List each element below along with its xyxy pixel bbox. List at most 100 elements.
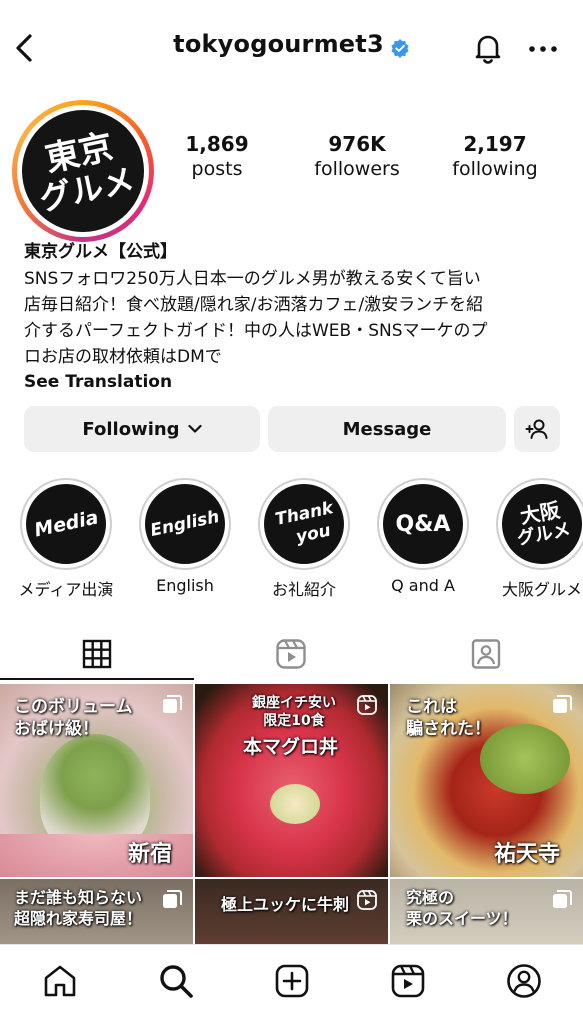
- highlight-ring: English: [139, 478, 231, 570]
- profile-tabs: [0, 628, 583, 680]
- bottom-navigation: [0, 944, 583, 1024]
- post-caption: おばけ級！: [14, 719, 99, 739]
- search-icon: [160, 965, 193, 998]
- more-options-button[interactable]: [526, 32, 560, 66]
- highlight-ring: Media: [20, 478, 112, 570]
- avatar-border: 東京 グルメ: [10, 98, 156, 244]
- chevron-down-icon: [187, 424, 202, 433]
- highlight-label: English: [156, 576, 214, 595]
- nav-reels[interactable]: [388, 961, 428, 1001]
- stat-following-label: following: [452, 158, 538, 180]
- story-ring[interactable]: 東京 グルメ: [10, 98, 156, 244]
- see-translation-link[interactable]: See Translation: [24, 372, 569, 392]
- message-label: Message: [342, 418, 432, 440]
- post-caption: 新宿: [128, 842, 173, 867]
- highlight-osaka-gourmet[interactable]: 大阪 グルメ 大阪グルメ: [494, 477, 583, 600]
- post-caption: 極上ユッケに牛刺: [221, 895, 350, 914]
- nav-create[interactable]: [272, 961, 312, 1001]
- post-caption: 超隠れ家寿司屋！: [14, 909, 143, 928]
- bio-section: 東京グルメ【公式】 SNSフォロワ250万人日本一のグルメ男が教える安くて旨い …: [24, 237, 569, 392]
- suggested-users-button[interactable]: [514, 406, 560, 452]
- post-thumbnail[interactable]: これは 騙された！ 祐天寺: [390, 684, 583, 877]
- post-thumbnail[interactable]: 究極の 栗のスイーツ！: [390, 879, 583, 944]
- following-label: Following: [82, 418, 180, 440]
- stat-following[interactable]: 2,197 following: [430, 132, 560, 180]
- nav-home[interactable]: [40, 961, 80, 1001]
- bell-icon: [475, 35, 501, 64]
- verified-badge-icon: [391, 38, 409, 58]
- nav-search[interactable]: [156, 961, 196, 1001]
- stat-posts[interactable]: 1,869 posts: [152, 132, 282, 180]
- post-caption: 限定10食: [263, 713, 325, 729]
- profile-stats: 1,869 posts 976K followers 2,197 followi…: [176, 132, 576, 192]
- active-tab-indicator: [0, 678, 194, 680]
- avatar: 東京 グルメ: [10, 98, 156, 244]
- highlight-english[interactable]: English English: [137, 478, 233, 595]
- carousel-icon: [163, 695, 182, 713]
- post-caption: まだ誰も知らない: [14, 888, 143, 907]
- tagged-icon: [471, 639, 501, 669]
- carousel-icon: [163, 890, 182, 908]
- stat-following-value: 2,197: [463, 132, 527, 156]
- post-caption: 究極の: [406, 888, 455, 907]
- bio-display-name: 東京グルメ【公式】: [24, 242, 177, 262]
- tab-tagged[interactable]: [389, 628, 583, 680]
- post-caption: 本マグロ丼: [243, 736, 339, 758]
- add-user-icon: [525, 419, 548, 439]
- highlight-cover-text: English: [148, 506, 222, 542]
- post-thumbnail[interactable]: 極上ユッケに牛刺: [195, 879, 388, 944]
- post-caption: 銀座イチ安い: [252, 695, 336, 711]
- highlight-ring: 大阪 グルメ: [495, 477, 583, 571]
- carousel-icon: [553, 695, 572, 713]
- notifications-button[interactable]: [470, 30, 506, 66]
- post-caption: これは: [406, 697, 457, 717]
- tab-reels[interactable]: [194, 628, 388, 680]
- grid-icon: [82, 639, 112, 669]
- post-caption: 栗のスイーツ！: [406, 909, 518, 928]
- stat-followers-value: 976K: [328, 132, 386, 156]
- highlight-qa[interactable]: Q&A Q and A: [375, 478, 471, 595]
- stat-posts-value: 1,869: [185, 132, 249, 156]
- post-thumbnail[interactable]: このボリューム おばけ級！ 新宿: [0, 684, 193, 877]
- highlight-ring: Q&A: [377, 478, 469, 570]
- bio-line: 店毎日紹介！食べ放題/隠れ家/お洒落カフェ/激安ランチを紹: [24, 295, 484, 315]
- post-caption: このボリューム: [14, 697, 133, 717]
- highlight-cover: English: [145, 484, 225, 564]
- top-bar: tokyogourmet3: [0, 18, 583, 78]
- carousel-icon: [553, 890, 572, 908]
- reel-icon: [357, 890, 377, 910]
- tab-posts-grid[interactable]: [0, 628, 194, 680]
- following-button[interactable]: Following: [24, 406, 260, 452]
- highlight-media[interactable]: Media メディア出演: [18, 478, 114, 600]
- highlight-cover-text: Media: [32, 506, 100, 542]
- nav-profile[interactable]: [504, 961, 544, 1001]
- highlight-ring: Thank you: [258, 478, 350, 570]
- highlight-label: お礼紹介: [271, 580, 336, 599]
- bio-line: 介するパーフェクトガイド！中の人はWEB・SNSマーケのプ: [24, 321, 488, 341]
- stat-followers-label: followers: [314, 158, 400, 180]
- post-caption: 騙された！: [406, 719, 491, 739]
- post-thumbnail[interactable]: 銀座イチ安い 限定10食 本マグロ丼: [195, 684, 388, 877]
- highlight-thank-you[interactable]: Thank you お礼紹介: [256, 478, 352, 600]
- post-caption: 祐天寺: [494, 842, 561, 867]
- highlight-label: メディア出演: [18, 580, 114, 599]
- stat-followers[interactable]: 976K followers: [292, 132, 422, 180]
- reels-icon: [391, 964, 425, 998]
- more-icon: [529, 46, 557, 52]
- highlight-cover: Q&A: [383, 484, 463, 564]
- reels-icon: [276, 639, 306, 669]
- highlight-cover: Thank you: [264, 484, 344, 564]
- highlight-label: 大阪グルメ: [501, 580, 582, 599]
- highlight-cover: 大阪 グルメ: [495, 477, 583, 571]
- bio-line: ロお店の取材依頼はDMで: [24, 347, 222, 367]
- stat-posts-label: posts: [191, 158, 243, 180]
- bio-line: SNSフォロワ250万人日本一のグルメ男が教える安くて旨い: [24, 269, 481, 289]
- message-button[interactable]: Message: [268, 406, 506, 452]
- create-icon: [275, 964, 309, 998]
- post-thumbnail[interactable]: まだ誰も知らない 超隠れ家寿司屋！: [0, 879, 193, 944]
- reel-icon: [357, 695, 377, 715]
- home-icon: [44, 965, 76, 997]
- username: tokyogourmet3: [173, 30, 384, 58]
- profile-icon: [507, 964, 541, 998]
- highlight-label: Q and A: [391, 576, 455, 595]
